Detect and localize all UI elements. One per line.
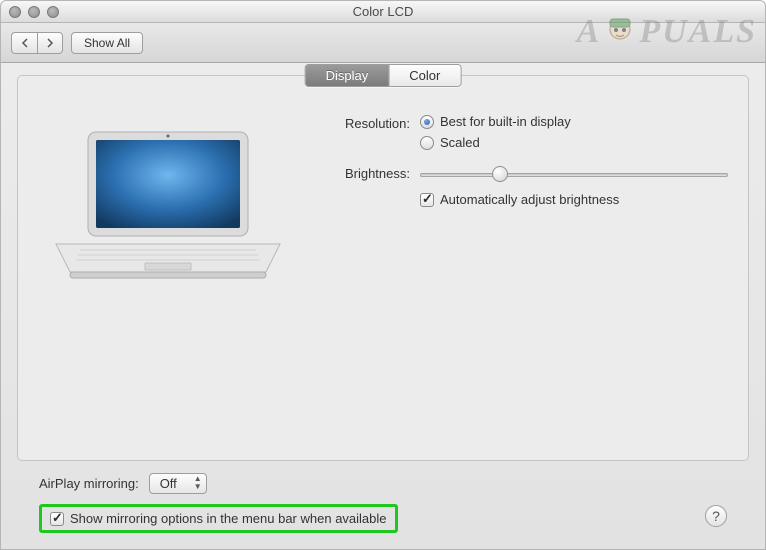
display-preview: [38, 102, 298, 286]
resolution-best-radio[interactable]: Best for built-in display: [420, 114, 571, 129]
mirroring-highlight: Show mirroring options in the menu bar w…: [39, 504, 398, 533]
resolution-scaled-label: Scaled: [440, 135, 480, 150]
radio-icon: [420, 136, 434, 150]
checkbox-icon: [420, 193, 434, 207]
resolution-best-label: Best for built-in display: [440, 114, 571, 129]
brightness-label: Brightness:: [322, 164, 410, 181]
resolution-scaled-radio[interactable]: Scaled: [420, 135, 571, 150]
titlebar: Color LCD: [1, 1, 765, 23]
help-button[interactable]: ?: [705, 505, 727, 527]
laptop-icon: [50, 126, 286, 286]
zoom-window-button[interactable]: [47, 6, 59, 18]
content-area: Display Color: [1, 63, 765, 549]
auto-brightness-checkbox[interactable]: Automatically adjust brightness: [420, 192, 728, 207]
airplay-selected-value: Off: [160, 476, 177, 491]
brightness-slider[interactable]: [420, 168, 728, 182]
tab-color[interactable]: Color: [389, 65, 460, 86]
chevron-right-icon: [45, 38, 55, 48]
settings-pane: Display Color: [17, 75, 749, 461]
tab-display[interactable]: Display: [306, 65, 390, 86]
bottom-area: AirPlay mirroring: Off ▲▼ Show mirroring…: [17, 461, 749, 541]
chevron-left-icon: [20, 38, 30, 48]
auto-brightness-label: Automatically adjust brightness: [440, 192, 619, 207]
select-arrows-icon: ▲▼: [194, 475, 202, 491]
slider-track: [420, 173, 728, 177]
help-icon: ?: [712, 508, 720, 524]
back-button[interactable]: [11, 32, 37, 54]
window-title: Color LCD: [1, 4, 765, 19]
checkbox-icon: [50, 512, 64, 526]
minimize-window-button[interactable]: [28, 6, 40, 18]
airplay-select[interactable]: Off ▲▼: [149, 473, 207, 494]
show-all-button[interactable]: Show All: [71, 32, 143, 54]
radio-icon: [420, 115, 434, 129]
preferences-window: Color LCD Show All A PUALS: [0, 0, 766, 550]
show-mirroring-checkbox[interactable]: Show mirroring options in the menu bar w…: [50, 511, 387, 526]
toolbar: Show All A PUALS: [1, 23, 765, 63]
window-controls: [1, 6, 59, 18]
airplay-label: AirPlay mirroring:: [39, 476, 139, 491]
forward-button[interactable]: [37, 32, 63, 54]
settings-column: Resolution: Best for built-in display Sc…: [322, 102, 728, 286]
nav-group: [11, 32, 63, 54]
slider-thumb[interactable]: [492, 166, 508, 182]
resolution-label: Resolution:: [322, 114, 410, 131]
close-window-button[interactable]: [9, 6, 21, 18]
tab-group: Display Color: [305, 64, 462, 87]
show-mirroring-label: Show mirroring options in the menu bar w…: [70, 511, 387, 526]
